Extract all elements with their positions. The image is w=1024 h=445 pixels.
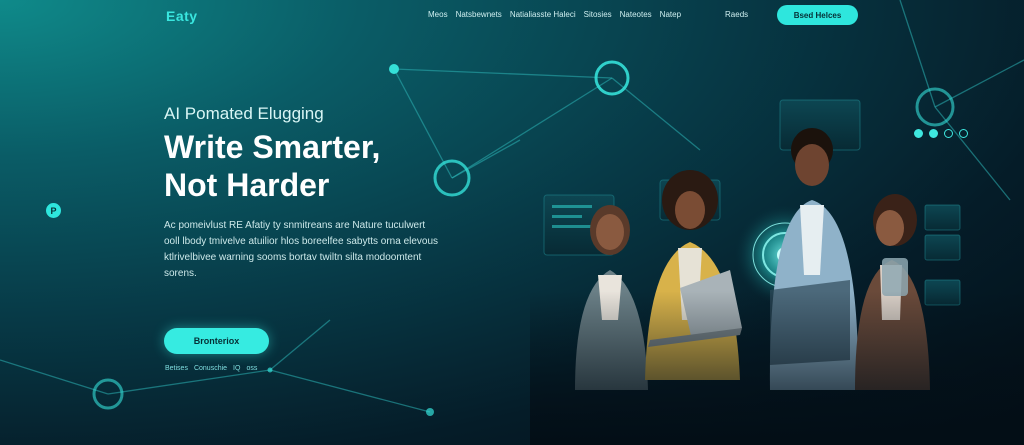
sublink-4[interactable]: oss xyxy=(246,365,257,372)
sublink-3[interactable]: IQ xyxy=(233,365,240,372)
hero-description: Ac pomeivlust RE Afatiy ty snmitreans ar… xyxy=(164,220,439,279)
nav-item-3[interactable]: Natialiasste Haleci xyxy=(510,10,576,19)
nav-item-2[interactable]: Natsbewnets xyxy=(456,10,502,19)
hero-team-illustration xyxy=(530,60,1024,445)
hero-sublinks: Betises Conuschie IQ oss xyxy=(165,365,257,372)
hero-headline: Write Smarter, Not Harder xyxy=(164,128,484,204)
nav-item-6[interactable]: Natep xyxy=(660,10,681,19)
main-nav: Meos Natsbewnets Natialiasste Haleci Sit… xyxy=(428,10,748,19)
brand-logo[interactable]: Eaty xyxy=(166,8,198,24)
hero-eyebrow: AI Pomated Elugging xyxy=(164,104,324,123)
hero-cta-button[interactable]: Bronteriox xyxy=(164,328,269,354)
header-cta-button[interactable]: Bsed Helces xyxy=(777,5,858,25)
headline-line-2: Not Harder xyxy=(164,167,330,203)
sublink-2[interactable]: Conuschie xyxy=(194,365,227,372)
headline-line-1: Write Smarter, xyxy=(164,129,381,165)
nav-item-4[interactable]: Sitosies xyxy=(584,10,612,19)
nav-item-extra[interactable]: Raeds xyxy=(725,10,748,19)
nav-item-1[interactable]: Meos xyxy=(428,10,448,19)
side-badge-icon[interactable]: P xyxy=(46,203,61,218)
sublink-1[interactable]: Betises xyxy=(165,365,188,372)
nav-item-5[interactable]: Nateotes xyxy=(620,10,652,19)
